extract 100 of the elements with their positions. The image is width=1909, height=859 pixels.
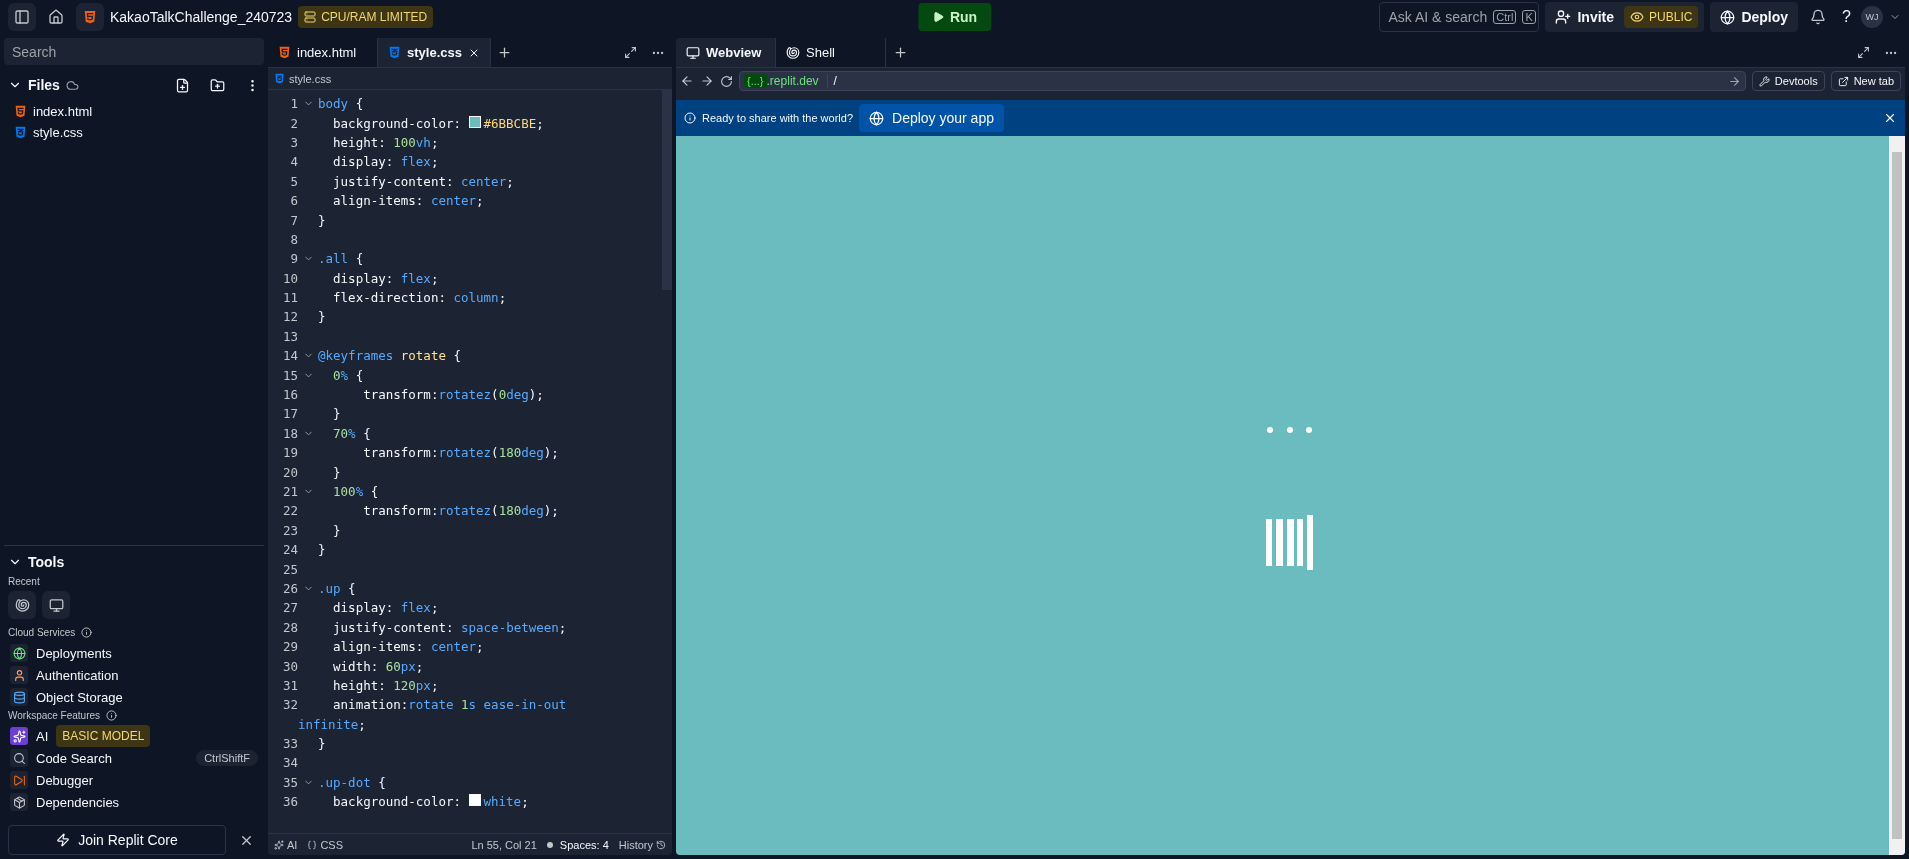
search-field[interactable]: Search	[4, 38, 264, 65]
language-status[interactable]: CSS	[307, 838, 344, 851]
code-line: }	[332, 406, 341, 422]
tools-heading: Tools	[28, 554, 65, 570]
code-line: }	[332, 522, 341, 538]
line-number: 30	[281, 658, 298, 674]
deploy-app-button[interactable]: Deploy your app	[859, 104, 1004, 132]
url-path: /	[833, 74, 837, 88]
line-number: 16	[281, 387, 298, 403]
html-project-icon[interactable]	[76, 3, 104, 31]
line-number: 2	[289, 115, 298, 131]
line-number: 32	[281, 697, 298, 713]
code-line: align-items: center;	[332, 639, 484, 655]
sidebar-toggle-icon[interactable]	[8, 3, 36, 31]
tool-item[interactable]: AI	[36, 728, 49, 744]
tool-item[interactable]: Authentication	[36, 667, 119, 683]
code-line: display: flex;	[332, 270, 439, 286]
line-number: 1	[289, 96, 298, 112]
line-number: 21	[281, 484, 298, 499]
history-button[interactable]: History	[618, 838, 666, 851]
code-line: display: flex;	[332, 600, 439, 616]
close-icon[interactable]	[1883, 111, 1897, 125]
code-line: align-items: center;	[332, 193, 484, 209]
css-file-icon	[388, 46, 401, 59]
css-file-icon	[14, 126, 27, 139]
code-line: .up-dot {	[318, 774, 386, 790]
code-line: transform:rotatez(0deg);	[362, 387, 544, 403]
code-line: body {	[318, 96, 364, 112]
code-line: 100% {	[332, 484, 379, 499]
shell-button[interactable]	[8, 591, 36, 619]
cursor-position[interactable]: Ln 55, Col 21	[471, 838, 537, 851]
indent-status[interactable]: Spaces: 4	[546, 838, 609, 851]
info-icon[interactable]	[106, 710, 118, 721]
ask-ai-search-field[interactable]: Ask AI & search Ctrl K	[1379, 2, 1540, 32]
tool-item[interactable]: Debugger	[36, 772, 94, 788]
code-line: 70% {	[332, 425, 371, 441]
scrollbar[interactable]	[662, 90, 672, 290]
join-core-button[interactable]: Join Replit Core	[8, 825, 226, 855]
code-line: }	[318, 542, 326, 558]
line-number: 22	[281, 503, 298, 519]
back-icon[interactable]	[680, 74, 694, 88]
code-line: justify-content: space-between;	[332, 619, 567, 635]
user-avatar[interactable]: WJ	[1861, 6, 1883, 28]
code-line: .all {	[318, 251, 364, 267]
line-number: 12	[281, 309, 298, 325]
project-title[interactable]: KakaoTalkChallenge_240723	[110, 9, 293, 25]
code-line: }	[332, 464, 341, 480]
html-file-icon	[278, 46, 291, 59]
line-number: 34	[281, 755, 298, 771]
reload-icon[interactable]	[720, 74, 733, 88]
code-line: height: 100vh;	[332, 134, 439, 150]
tool-item[interactable]: Dependencies	[36, 794, 120, 810]
tool-item[interactable]: Object Storage	[36, 689, 123, 705]
address-field[interactable]: {...} .replit.dev /	[739, 71, 1746, 91]
pane-tab[interactable]: Webview	[676, 38, 776, 67]
html-file-icon	[14, 105, 27, 118]
go-arrow-icon[interactable]	[1727, 74, 1741, 88]
line-number: 4	[289, 154, 298, 170]
info-icon[interactable]	[81, 627, 93, 638]
line-number: 7	[289, 212, 298, 228]
color-swatch[interactable]	[468, 794, 481, 807]
globe-icon	[10, 644, 28, 662]
line-number: 25	[281, 561, 298, 577]
monitor-icon	[48, 597, 64, 613]
tool-item[interactable]: Deployments	[36, 645, 112, 661]
line-number: 35	[281, 774, 298, 790]
help-button[interactable]: ?	[1838, 8, 1855, 26]
file-name[interactable]: style.css	[33, 125, 83, 140]
sparkles-icon	[10, 727, 28, 745]
color-swatch[interactable]	[468, 115, 481, 128]
code-line: height: 120px;	[332, 677, 439, 693]
file-name[interactable]: index.html	[33, 104, 93, 119]
line-number: 9	[289, 251, 298, 267]
code-line: flex-direction: column;	[332, 290, 507, 306]
devtools-button[interactable]: Devtools	[1751, 71, 1825, 91]
code-line: }	[318, 736, 326, 752]
new-file-icon[interactable]	[175, 77, 190, 93]
invite-button[interactable]: Invite	[1551, 9, 1619, 25]
line-number: 5	[289, 173, 298, 189]
monitor-button[interactable]	[42, 591, 70, 619]
code-line: .up {	[318, 580, 356, 596]
line-number: 11	[281, 290, 298, 306]
file-tab[interactable]: style.css	[378, 38, 491, 67]
new-folder-icon[interactable]	[210, 77, 225, 93]
breadcrumb[interactable]: style.css	[289, 72, 332, 85]
line-number: 24	[281, 542, 298, 558]
keyboard-key: K	[1522, 10, 1536, 24]
ai-status[interactable]: AI	[274, 838, 298, 851]
code-line: transform:rotatez(180deg);	[362, 503, 559, 519]
code-line: }	[318, 309, 326, 325]
line-number: 28	[281, 619, 298, 635]
tool-item[interactable]: Code Search	[36, 750, 112, 766]
run-button[interactable]: Run	[917, 3, 992, 31]
recent-label: Recent	[7, 575, 41, 589]
forward-icon[interactable]	[700, 74, 714, 88]
scrollbar[interactable]	[1889, 136, 1905, 855]
public-badge[interactable]: PUBLIC	[1624, 6, 1699, 28]
line-number: 18	[281, 425, 298, 441]
new-tab-button[interactable]: New tab	[1830, 71, 1901, 91]
play-icon	[931, 11, 944, 23]
